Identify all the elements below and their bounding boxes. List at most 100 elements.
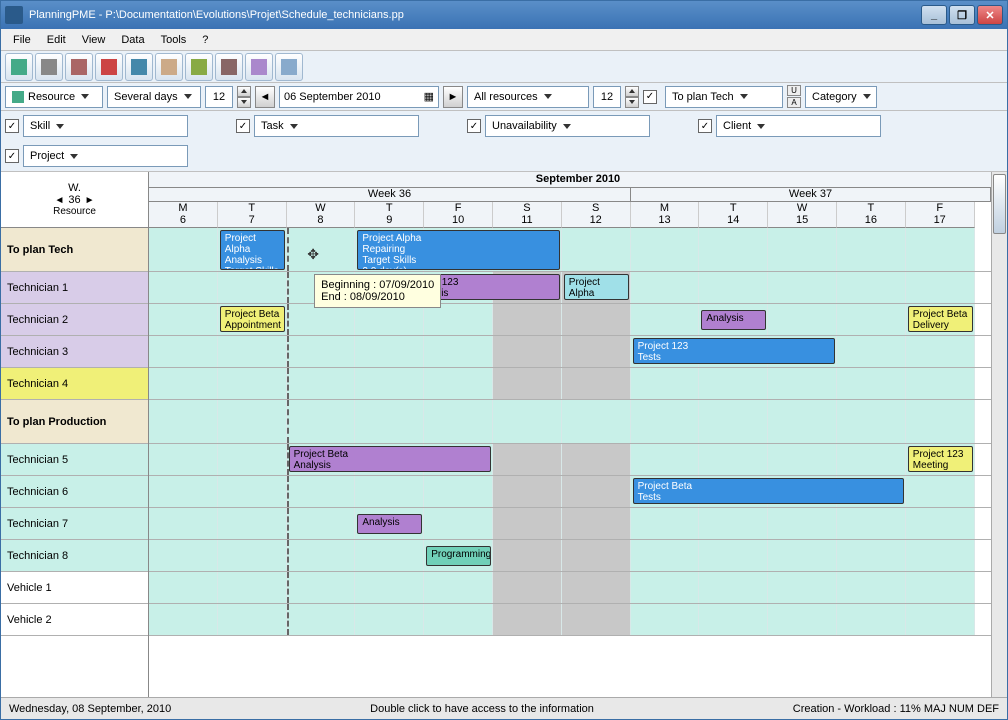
resource-row[interactable]: Technician 7: [1, 508, 148, 540]
grid-cell[interactable]: [424, 604, 493, 635]
week-prev-button[interactable]: ◄: [54, 195, 64, 206]
grid-cell[interactable]: [699, 444, 768, 475]
grid-cell[interactable]: [493, 508, 562, 539]
grid-cell[interactable]: [699, 604, 768, 635]
grid-cell[interactable]: [562, 444, 631, 475]
grid-cell[interactable]: [631, 368, 700, 399]
grid-cell[interactable]: [562, 476, 631, 507]
resource-row[interactable]: Technician 3: [1, 336, 148, 368]
grid-cell[interactable]: [424, 476, 493, 507]
grid-cell[interactable]: [768, 604, 837, 635]
task-beta-delivery[interactable]: Project Beta Delivery: [908, 306, 973, 332]
toggle-a[interactable]: A: [787, 97, 801, 108]
grid-cell[interactable]: [768, 572, 837, 603]
task-project123-tests[interactable]: Project 123 Tests: [633, 338, 835, 364]
resource-dropdown[interactable]: Resource: [5, 86, 103, 108]
project-dropdown[interactable]: Project: [23, 145, 188, 167]
grid-cell[interactable]: [287, 336, 356, 367]
grid-cell[interactable]: [837, 272, 906, 303]
grid-cell[interactable]: [149, 304, 218, 335]
grid-cell[interactable]: [906, 476, 975, 507]
grid-cell[interactable]: [287, 476, 356, 507]
grid-cell[interactable]: [149, 540, 218, 571]
category-dropdown[interactable]: Category: [805, 86, 877, 108]
tool-share-icon[interactable]: [275, 53, 303, 81]
grid-cell[interactable]: [149, 368, 218, 399]
tool-cursor-icon[interactable]: [35, 53, 63, 81]
grid-cell[interactable]: [631, 508, 700, 539]
grid-cell[interactable]: [837, 540, 906, 571]
grid-cell[interactable]: [287, 304, 356, 335]
grid-cell[interactable]: [424, 400, 493, 443]
grid-cell[interactable]: [287, 540, 356, 571]
task-project123-meeting[interactable]: Project 123 Meeting: [908, 446, 973, 472]
grid-cell[interactable]: [424, 336, 493, 367]
tool-new-icon[interactable]: [5, 53, 33, 81]
maximize-button[interactable]: ❐: [949, 5, 975, 25]
resource-row[interactable]: To plan Production: [1, 400, 148, 444]
grid-cell[interactable]: [768, 444, 837, 475]
grid-cell[interactable]: [837, 604, 906, 635]
tool-book-icon[interactable]: [95, 53, 123, 81]
menu-file[interactable]: File: [5, 32, 39, 48]
grid-cell[interactable]: [218, 572, 287, 603]
resource-spinner[interactable]: [625, 86, 639, 108]
grid-cell[interactable]: [837, 368, 906, 399]
grid-cell[interactable]: [149, 228, 218, 271]
minimize-button[interactable]: _: [921, 5, 947, 25]
resource-row[interactable]: Technician 1: [1, 272, 148, 304]
grid-cell[interactable]: [906, 272, 975, 303]
grid-cell[interactable]: [355, 304, 424, 335]
grid-cell[interactable]: [837, 304, 906, 335]
grid-cell[interactable]: [218, 444, 287, 475]
grid-cell[interactable]: [493, 336, 562, 367]
task-alpha-repairing[interactable]: Project Alpha Repairing Target Skills 2.…: [357, 230, 559, 270]
grid-cell[interactable]: [287, 572, 356, 603]
grid-cell[interactable]: [493, 304, 562, 335]
task-programming[interactable]: Programming: [426, 546, 491, 566]
resource-filter-dropdown[interactable]: All resources: [467, 86, 589, 108]
grid-cell[interactable]: [218, 272, 287, 303]
grid-cell[interactable]: [699, 368, 768, 399]
resource-row[interactable]: Technician 8: [1, 540, 148, 572]
grid-cell[interactable]: [493, 400, 562, 443]
grid-cell[interactable]: [768, 272, 837, 303]
grid-cell[interactable]: [837, 336, 906, 367]
grid-cell[interactable]: [355, 336, 424, 367]
skill-dropdown[interactable]: Skill: [23, 115, 188, 137]
task-alpha-analysis[interactable]: Project Alpha Analysis Target Skills 2.0…: [220, 230, 285, 270]
menu-view[interactable]: View: [74, 32, 114, 48]
next-date-button[interactable]: ►: [443, 86, 463, 108]
vertical-scrollbar[interactable]: [991, 172, 1007, 697]
project-checkbox[interactable]: [5, 149, 19, 163]
grid-cell[interactable]: [837, 444, 906, 475]
grid-cell[interactable]: [493, 444, 562, 475]
grid-cell[interactable]: [768, 304, 837, 335]
prev-date-button[interactable]: ◄: [255, 86, 275, 108]
task-beta-tests[interactable]: Project Beta Tests: [633, 478, 904, 504]
task-dropdown[interactable]: Task: [254, 115, 419, 137]
grid-cell[interactable]: [631, 228, 700, 271]
period-dropdown[interactable]: Several days: [107, 86, 201, 108]
grid-cell[interactable]: [149, 336, 218, 367]
grid-cell[interactable]: [424, 572, 493, 603]
grid-cell[interactable]: [631, 604, 700, 635]
close-button[interactable]: ✕: [977, 5, 1003, 25]
menu-data[interactable]: Data: [113, 32, 152, 48]
menu-edit[interactable]: Edit: [39, 32, 74, 48]
task-alpha-delivery[interactable]: Project Alpha Delivery: [564, 274, 629, 300]
tool-export-icon[interactable]: [245, 53, 273, 81]
task-project123-analysis[interactable]: ct 123 ysis: [426, 274, 560, 300]
task-beta-analysis[interactable]: Project Beta Analysis: [289, 446, 491, 472]
resource-row[interactable]: Technician 4: [1, 368, 148, 400]
grid-cell[interactable]: [424, 368, 493, 399]
grid-cell[interactable]: [287, 368, 356, 399]
grid-cell[interactable]: [149, 272, 218, 303]
grid-cell[interactable]: [768, 508, 837, 539]
grid-cell[interactable]: [287, 400, 356, 443]
grid-cell[interactable]: [768, 540, 837, 571]
grid-cell[interactable]: [562, 368, 631, 399]
grid-cell[interactable]: [355, 572, 424, 603]
grid-cell[interactable]: [631, 444, 700, 475]
menu-tools[interactable]: Tools: [153, 32, 195, 48]
